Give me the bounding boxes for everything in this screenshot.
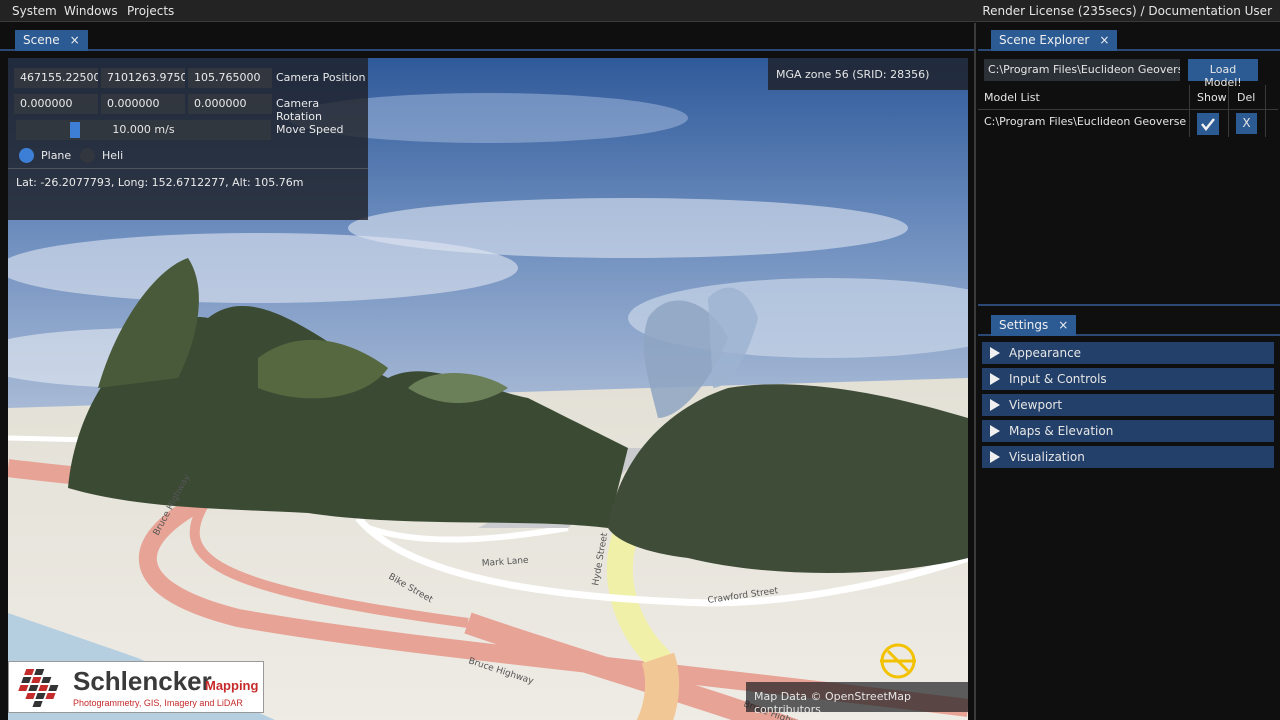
- expand-arrow-icon: [990, 451, 1000, 463]
- lat-long-readout: Lat: -26.2077793, Long: 152.6712277, Alt…: [16, 176, 304, 189]
- camera-position-y-input[interactable]: 7101263.975000: [101, 68, 185, 88]
- scene-panel: Scene × Bruce Highway Bruce Highway Mark…: [0, 23, 976, 720]
- section-label: Maps & Elevation: [1009, 424, 1114, 438]
- logo-wordmark: Schlencker: [73, 666, 212, 696]
- show-header: Show: [1197, 91, 1227, 104]
- section-visualization[interactable]: Visualization: [982, 446, 1274, 468]
- expand-arrow-icon: [990, 425, 1000, 437]
- menu-windows[interactable]: Windows: [64, 4, 118, 18]
- section-label: Input & Controls: [1009, 372, 1107, 386]
- tab-scene[interactable]: Scene ×: [15, 30, 88, 51]
- heli-label: Heli: [102, 149, 124, 162]
- section-viewport[interactable]: Viewport: [982, 394, 1274, 416]
- scene-explorer-panel: Scene Explorer × C:\Program Files\Euclide…: [978, 23, 1280, 306]
- camera-position-z-input[interactable]: 105.765000: [188, 68, 272, 88]
- camera-position-label: Camera Position: [276, 71, 366, 84]
- menu-projects[interactable]: Projects: [127, 4, 174, 18]
- model-path-input[interactable]: C:\Program Files\Euclideon Geoverse M: [984, 59, 1180, 81]
- 3d-viewport[interactable]: Bruce Highway Bruce Highway Mark Lane Crawf…: [8, 58, 968, 720]
- srid-label: MGA zone 56 (SRID: 28356): [768, 58, 968, 90]
- expand-arrow-icon: [990, 347, 1000, 359]
- tab-scene-explorer[interactable]: Scene Explorer ×: [991, 30, 1118, 51]
- expand-arrow-icon: [990, 373, 1000, 385]
- move-speed-label: Move Speed: [276, 123, 344, 136]
- scene-tabstrip: Scene ×: [0, 23, 974, 51]
- model-list-header: Model List: [984, 91, 1040, 104]
- close-icon[interactable]: ×: [1058, 318, 1068, 332]
- menu-bar: System Windows Projects Render License (…: [0, 0, 1280, 22]
- del-header: Del: [1237, 91, 1256, 104]
- camera-rotation-y-input[interactable]: 0.000000: [101, 94, 185, 114]
- plane-radio[interactable]: [19, 148, 34, 163]
- settings-tabstrip: Settings ×: [978, 308, 1280, 336]
- move-speed-value: 10.000 m/s: [112, 123, 175, 136]
- divider: [1228, 85, 1229, 137]
- camera-overlay: 467155.225000 7101263.975000 105.765000 …: [8, 58, 368, 220]
- show-checkbox[interactable]: [1197, 113, 1219, 135]
- delete-model-button[interactable]: X: [1236, 113, 1257, 134]
- divider: [978, 109, 1278, 110]
- load-model-button[interactable]: Load Model!: [1188, 59, 1258, 89]
- plane-label: Plane: [41, 149, 72, 162]
- logo-tagline: Photogrammetry, GIS, Imagery and LiDAR: [73, 698, 243, 708]
- close-icon[interactable]: ×: [70, 33, 80, 47]
- tab-settings[interactable]: Settings ×: [991, 315, 1077, 336]
- camera-rotation-z-input[interactable]: 0.000000: [188, 94, 272, 114]
- menu-system[interactable]: System: [12, 4, 57, 18]
- explorer-tabstrip: Scene Explorer ×: [978, 23, 1280, 51]
- map-attribution: Map Data © OpenStreetMap contributors: [746, 682, 968, 716]
- tab-settings-label: Settings: [999, 318, 1049, 332]
- logo-wordmark-suffix: Mapping: [205, 678, 259, 693]
- camera-rotation-label: Camera Rotation: [276, 97, 323, 123]
- divider: [1265, 85, 1266, 137]
- section-label: Visualization: [1009, 450, 1085, 464]
- company-logo: Schlencker Mapping Photogrammetry, GIS, …: [8, 661, 264, 713]
- divider: [1189, 85, 1190, 137]
- close-icon[interactable]: ×: [1099, 33, 1109, 47]
- section-label: Viewport: [1009, 398, 1063, 412]
- expand-arrow-icon: [990, 399, 1000, 411]
- checkmark-icon: [1201, 118, 1215, 132]
- logo-mark-icon: [18, 669, 59, 707]
- section-label: Appearance: [1009, 346, 1082, 360]
- divider: [8, 168, 368, 169]
- section-appearance[interactable]: Appearance: [982, 342, 1274, 364]
- section-maps-elevation[interactable]: Maps & Elevation: [982, 420, 1274, 442]
- model-list-item[interactable]: C:\Program Files\Euclideon Geoverse MDM: [984, 115, 1188, 128]
- license-status: Render License (235secs) / Documentation…: [982, 4, 1272, 18]
- camera-rotation-x-input[interactable]: 0.000000: [14, 94, 98, 114]
- section-input-controls[interactable]: Input & Controls: [982, 368, 1274, 390]
- heli-radio[interactable]: [80, 148, 95, 163]
- settings-panel: Settings × Appearance Input & Controls Vi…: [978, 308, 1280, 720]
- tab-scene-explorer-label: Scene Explorer: [999, 33, 1090, 47]
- camera-position-x-input[interactable]: 467155.225000: [14, 68, 98, 88]
- move-speed-slider[interactable]: 10.000 m/s: [16, 120, 271, 140]
- tab-scene-label: Scene: [23, 33, 60, 47]
